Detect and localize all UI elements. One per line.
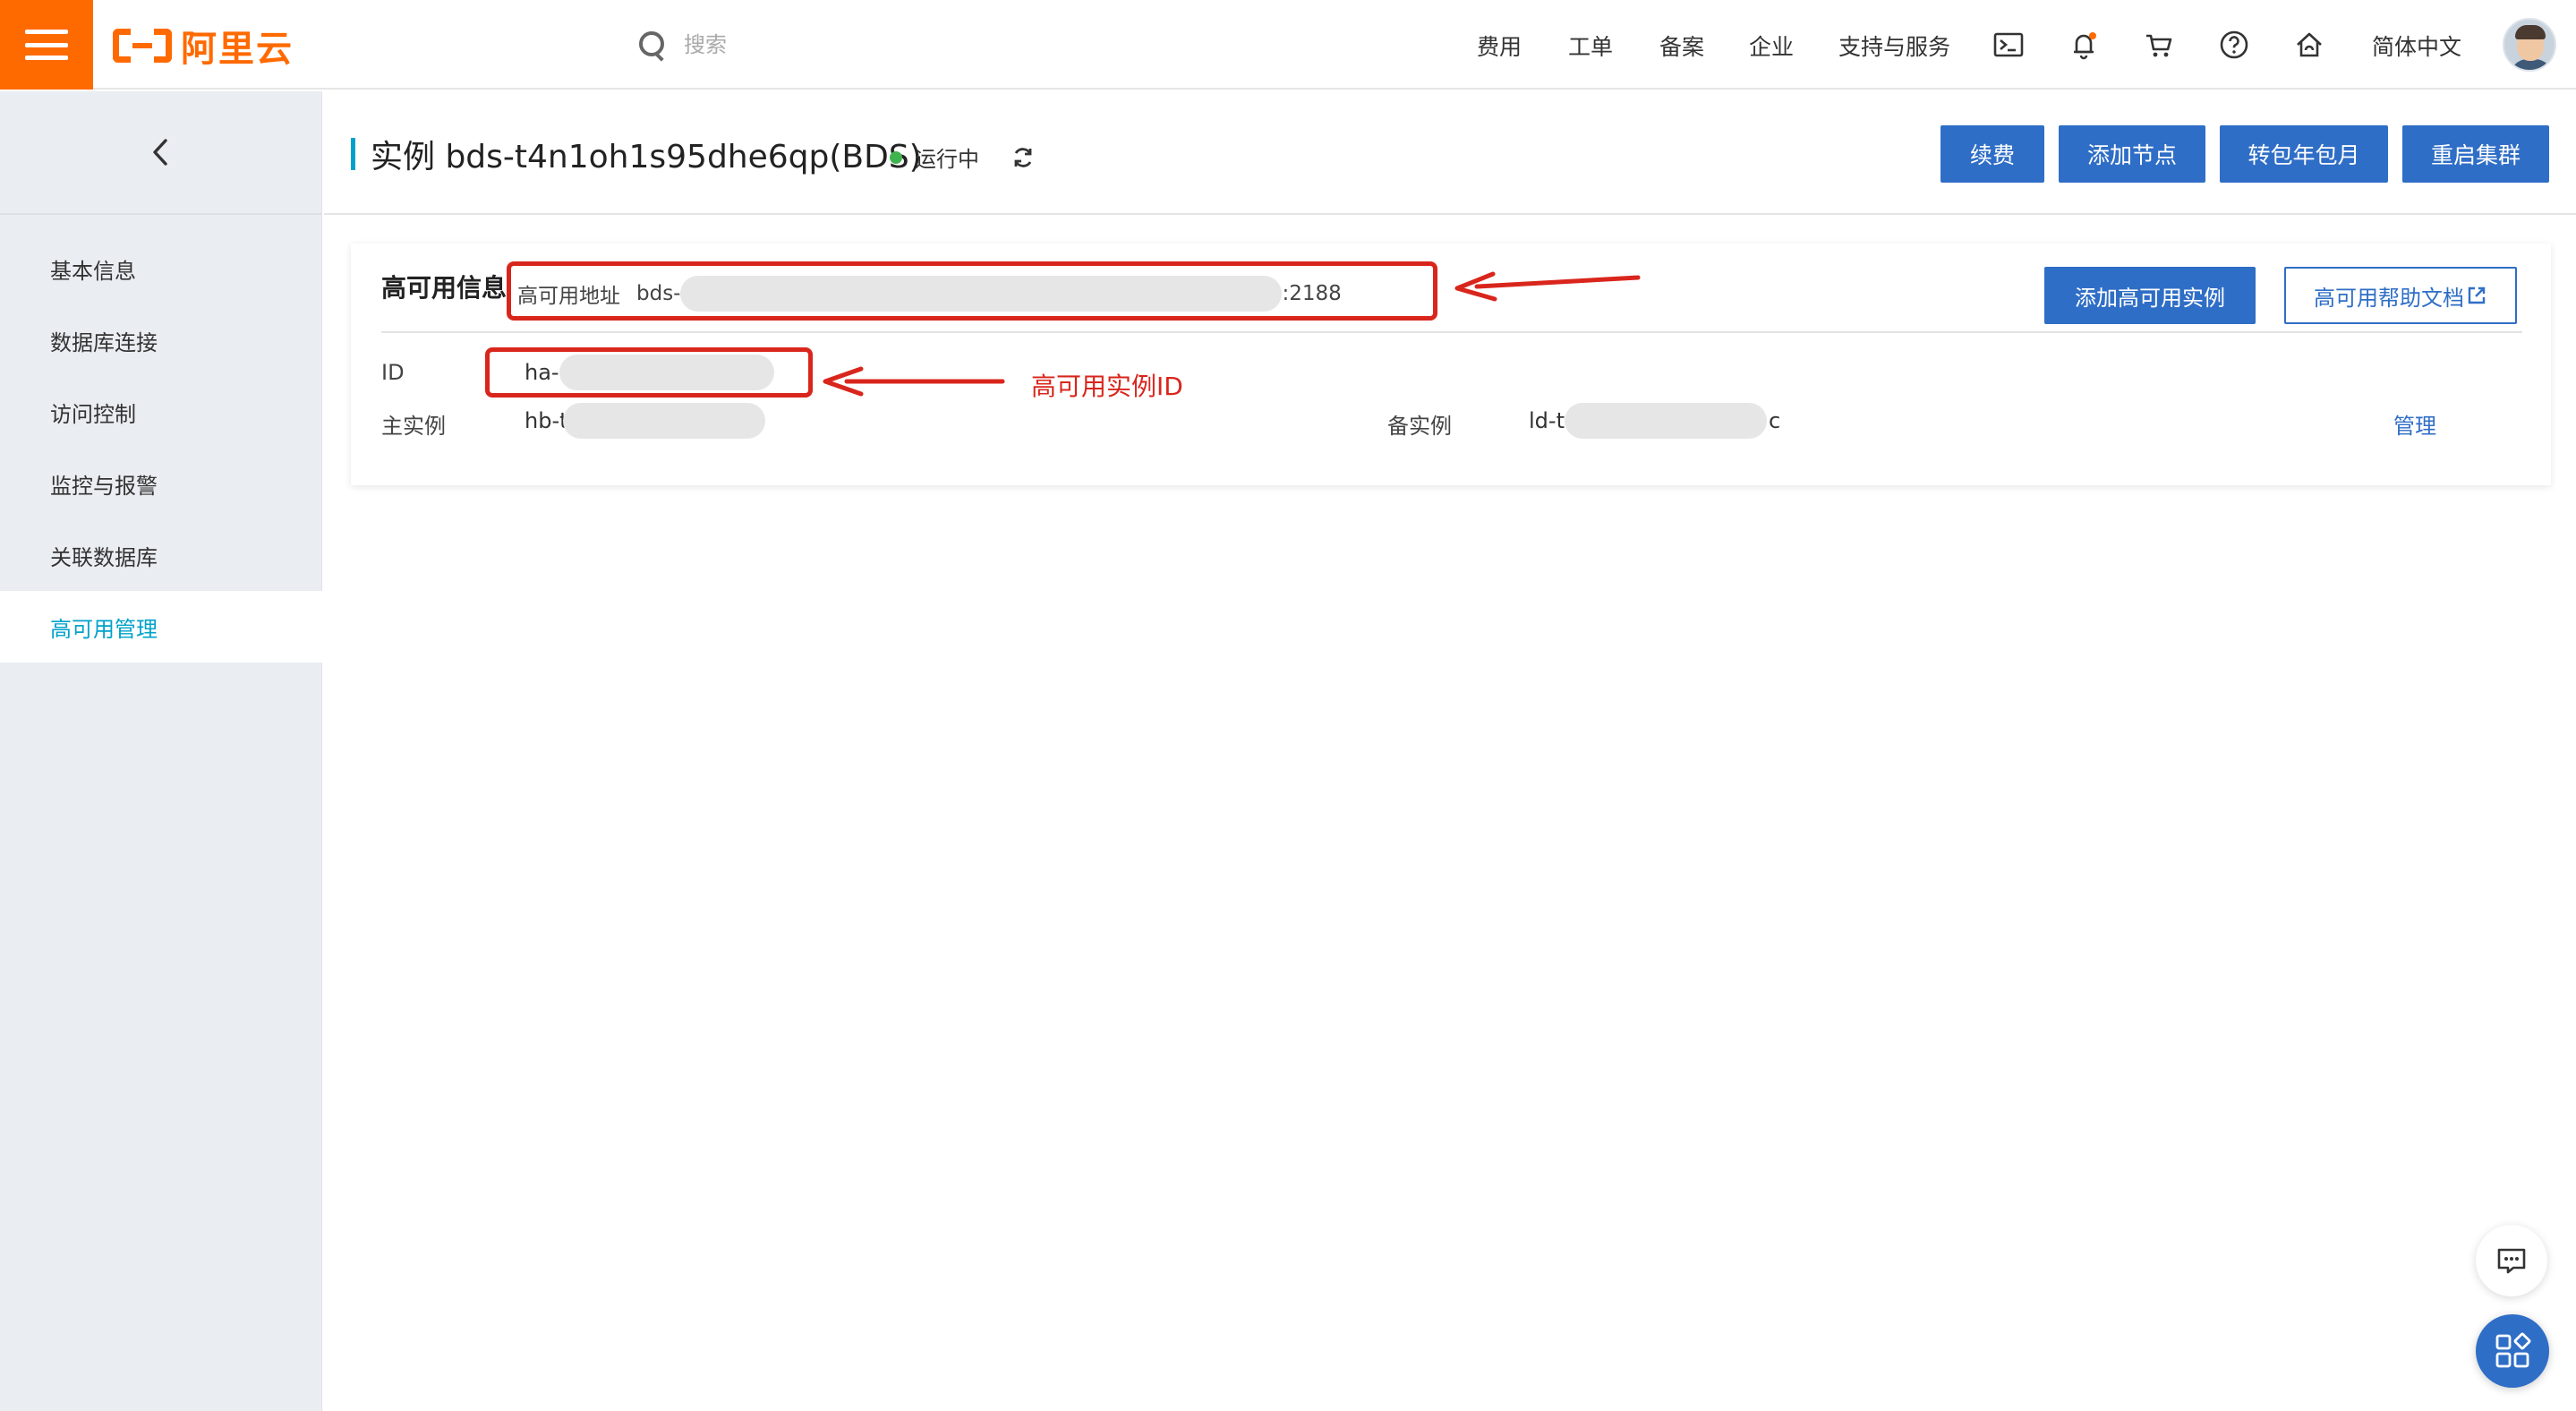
status-text: 运行中 — [915, 147, 979, 172]
ha-info-title: 高可用信息 — [381, 273, 508, 303]
topnav-link-support[interactable]: 支持与服务 — [1838, 23, 1950, 68]
ha-help-doc-label: 高可用帮助文档 — [2314, 285, 2464, 311]
chevron-left-icon — [153, 139, 167, 166]
terminal-icon[interactable] — [1989, 25, 2028, 64]
search-icon — [637, 30, 668, 60]
ha-instance-id: ha- — [525, 355, 774, 390]
standby-instance-prefix: ld-t — [1529, 408, 1565, 433]
language-switcher[interactable]: 简体中文 — [2372, 23, 2461, 68]
standby-instance-label: 备实例 — [1387, 414, 1452, 439]
manage-link[interactable]: 管理 — [2393, 408, 2436, 440]
page-title: 实例 bds-t4n1oh1s95dhe6qp(BDS) — [371, 139, 922, 175]
refresh-icon[interactable] — [1010, 144, 1036, 171]
feedback-chat-button[interactable] — [2476, 1225, 2547, 1296]
search-bar[interactable] — [637, 25, 1042, 64]
avatar[interactable] — [2503, 18, 2556, 72]
back-button[interactable] — [0, 91, 322, 215]
content-header: 实例 bds-t4n1oh1s95dhe6qp(BDS) 运行中 续费 添加节点… — [324, 91, 2576, 215]
brand-logo[interactable]: 阿里云 — [113, 23, 294, 70]
sidebar-item-linked-db[interactable]: 关联数据库 — [0, 519, 322, 591]
id-label: ID — [381, 360, 405, 385]
ha-address-prefix: bds- — [636, 282, 681, 305]
sidebar-item-access-control[interactable]: 访问控制 — [0, 376, 322, 448]
menu-icon — [25, 30, 68, 60]
renew-button[interactable]: 续费 — [1941, 125, 2044, 183]
ha-info-card: 高可用信息 高可用地址 bds- :2188 添加高可用实例 高可用帮助文档 I… — [351, 244, 2551, 485]
add-ha-instance-button[interactable]: 添加高可用实例 — [2044, 267, 2256, 324]
redacted-value — [562, 403, 765, 439]
ha-address-suffix: :2188 — [1282, 282, 1342, 305]
cart-icon[interactable] — [2139, 25, 2179, 64]
topnav-link-billing[interactable]: 费用 — [1477, 23, 1522, 68]
topnav-link-icp[interactable]: 备案 — [1659, 23, 1704, 68]
sidebar-item-basic-info[interactable]: 基本信息 — [0, 233, 322, 304]
card-divider — [381, 331, 2522, 333]
convert-subscription-button[interactable]: 转包年包月 — [2220, 125, 2388, 183]
standby-instance-suffix: c — [1768, 408, 1781, 433]
standby-instance-value[interactable]: ld-t c — [1529, 403, 1780, 439]
redacted-value — [1564, 403, 1767, 439]
help-icon[interactable] — [2214, 25, 2254, 64]
topnav-link-enterprise[interactable]: 企业 — [1749, 23, 1794, 68]
primary-instance-value[interactable]: hb-t — [525, 403, 765, 439]
top-bar: 阿里云 费用 工单 备案 企业 支持与服务 简体中文 — [0, 0, 2576, 90]
home-icon[interactable] — [2290, 25, 2329, 64]
sidebar: 基本信息 数据库连接 访问控制 监控与报警 关联数据库 高可用管理 — [0, 91, 322, 1411]
topnav-link-tickets[interactable]: 工单 — [1568, 23, 1613, 68]
status-indicator: 运行中 — [890, 141, 1036, 173]
primary-instance-prefix: hb-t — [525, 408, 568, 433]
hamburger-menu-button[interactable] — [0, 0, 93, 90]
ha-help-doc-button[interactable]: 高可用帮助文档 — [2284, 267, 2517, 324]
bell-icon[interactable] — [2064, 25, 2103, 64]
redacted-value — [680, 276, 1283, 312]
add-node-button[interactable]: 添加节点 — [2059, 125, 2205, 183]
sidebar-item-ha-management[interactable]: 高可用管理 — [0, 591, 322, 663]
aliyun-logo-icon — [113, 29, 172, 63]
ha-address: 高可用地址 bds- :2188 — [517, 276, 1342, 312]
primary-instance-label: 主实例 — [381, 414, 446, 439]
status-dot-icon — [890, 150, 902, 164]
sidebar-item-monitoring[interactable]: 监控与报警 — [0, 448, 322, 519]
chat-icon — [2497, 1248, 2526, 1274]
sidebar-menu: 基本信息 数据库连接 访问控制 监控与报警 关联数据库 高可用管理 — [0, 233, 322, 663]
restart-cluster-button[interactable]: 重启集群 — [2402, 125, 2549, 183]
brand-name: 阿里云 — [181, 29, 294, 70]
redacted-value — [559, 355, 774, 390]
apps-button[interactable] — [2476, 1314, 2549, 1388]
title-accent-bar — [351, 138, 355, 170]
ha-instance-id-prefix: ha- — [525, 360, 559, 385]
ha-address-label: 高可用地址 — [517, 285, 620, 308]
search-input[interactable] — [684, 32, 1042, 57]
apps-grid-icon — [2495, 1332, 2531, 1368]
sidebar-item-db-connection[interactable]: 数据库连接 — [0, 304, 322, 376]
annotation-label: 高可用实例ID — [1031, 372, 1183, 401]
external-link-icon — [2468, 286, 2486, 304]
